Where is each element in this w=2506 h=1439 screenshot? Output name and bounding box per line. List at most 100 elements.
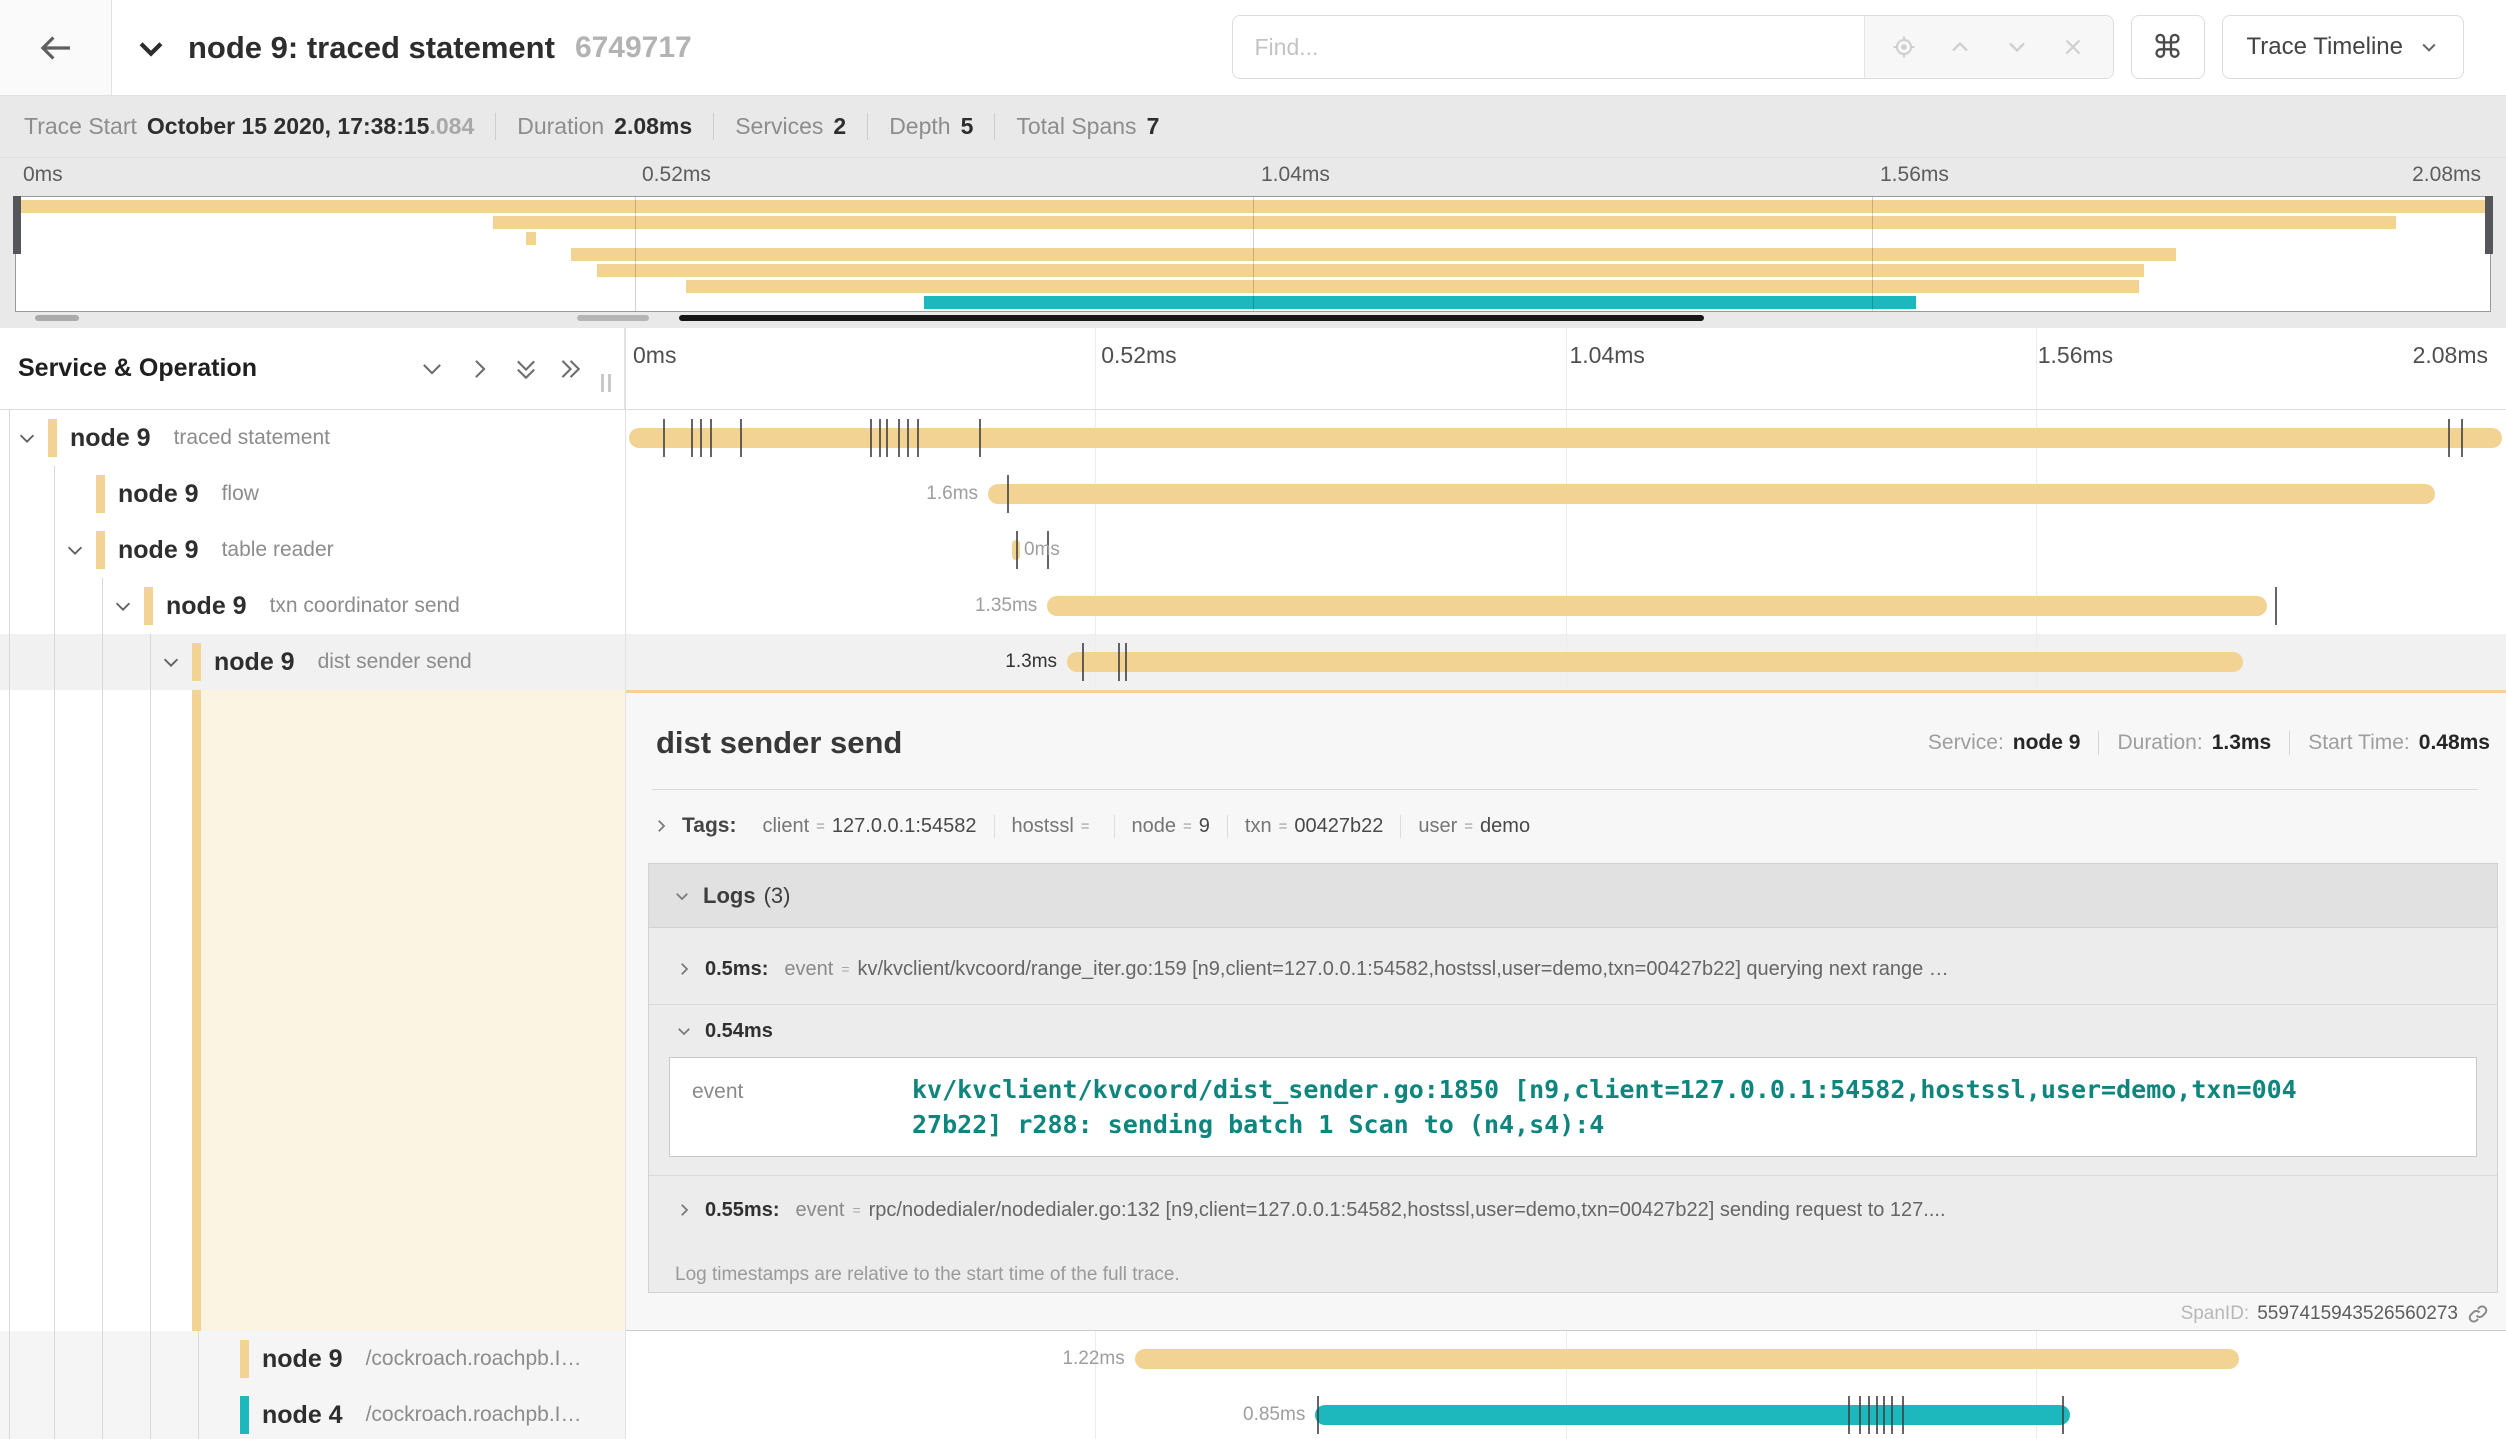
chevron-down-icon[interactable] bbox=[16, 427, 38, 449]
span-row-text: node 9txn coordinator send bbox=[166, 578, 460, 634]
span-tree-row[interactable]: node 9dist sender send bbox=[0, 634, 625, 690]
detail-meta-item: Start Time: 0.48ms bbox=[2289, 731, 2490, 755]
minimap-gridline bbox=[1253, 197, 1254, 311]
span-tree-row[interactable]: node 9table reader bbox=[0, 522, 625, 578]
span-duration-bar[interactable] bbox=[629, 428, 2502, 448]
collapse-all-icon[interactable] bbox=[512, 355, 540, 383]
tag-key: txn bbox=[1245, 815, 1272, 838]
summary-label: Depth bbox=[889, 113, 950, 140]
chevron-down-icon bbox=[673, 887, 691, 905]
chevron-right-icon bbox=[675, 960, 693, 978]
log-entry-header[interactable]: 0.54ms bbox=[649, 1005, 2497, 1057]
minimap-scroll-mark[interactable] bbox=[577, 315, 649, 321]
pane-divider[interactable] bbox=[625, 328, 626, 1439]
log-marker-tick bbox=[1891, 1396, 1893, 1434]
toolbar: ⌘ Trace Timeline bbox=[1232, 15, 2465, 79]
minimap-right-scrubber[interactable] bbox=[2485, 196, 2493, 254]
span-row-text: node 9dist sender send bbox=[214, 634, 472, 690]
chevron-down-icon[interactable] bbox=[160, 651, 182, 673]
logs-header[interactable]: Logs (3) bbox=[649, 864, 2497, 928]
ruler-tick-label: 2.08ms bbox=[2413, 342, 2488, 369]
tags-row[interactable]: Tags: client=127.0.0.1:54582hostssl=node… bbox=[652, 801, 2478, 851]
span-duration-bar[interactable] bbox=[988, 484, 2434, 504]
log-marker-tick bbox=[1883, 1396, 1885, 1434]
span-row-text: node 4/cockroach.roachpb.I… bbox=[262, 1387, 582, 1439]
log-entry-row[interactable]: 0.5ms:event=kv/kvclient/kvcoord/range_it… bbox=[649, 934, 2497, 1005]
keyboard-shortcuts-button[interactable]: ⌘ bbox=[2131, 15, 2205, 79]
span-tree-row[interactable]: node 9txn coordinator send bbox=[0, 578, 625, 634]
column-resizer-grip[interactable] bbox=[601, 374, 611, 392]
span-timeline-row[interactable]: 1.22ms bbox=[625, 1331, 2506, 1387]
detail-divider bbox=[652, 789, 2478, 790]
tag-item: txn=00427b22 bbox=[1227, 815, 1383, 838]
meta-value: 0.48ms bbox=[2419, 731, 2490, 755]
summary-item: Services2 bbox=[713, 113, 846, 140]
span-timeline-row[interactable]: 1.3ms bbox=[625, 634, 2506, 690]
span-timeline-row[interactable]: 1.35ms bbox=[625, 578, 2506, 634]
chevron-down-icon bbox=[675, 1022, 693, 1040]
span-operation: /cockroach.roachpb.I… bbox=[366, 1403, 582, 1427]
collapse-trace-chevron-icon[interactable] bbox=[134, 31, 168, 65]
minimap-scroll-mark[interactable] bbox=[35, 315, 80, 321]
log-marker-tick bbox=[917, 419, 919, 457]
log-marker-tick bbox=[1859, 1396, 1861, 1434]
chevron-down-icon[interactable] bbox=[64, 539, 86, 561]
summary-item: Depth5 bbox=[867, 113, 973, 140]
locate-icon[interactable] bbox=[1887, 30, 1921, 64]
detail-meta-item: Service:node 9 bbox=[1928, 731, 2081, 755]
span-timeline-row[interactable] bbox=[625, 410, 2506, 466]
span-duration-bar[interactable] bbox=[1047, 596, 2267, 616]
log-marker-tick bbox=[2448, 419, 2450, 457]
span-timeline-row[interactable]: 0.85ms bbox=[625, 1387, 2506, 1439]
back-button[interactable] bbox=[0, 0, 112, 95]
minimap-canvas[interactable] bbox=[15, 196, 2491, 312]
span-tree-row[interactable]: node 9/cockroach.roachpb.I… bbox=[0, 1331, 625, 1387]
tag-key: hostssl bbox=[1012, 815, 1074, 838]
chevron-down-icon[interactable] bbox=[112, 595, 134, 617]
span-duration-bar[interactable] bbox=[1315, 1405, 2069, 1425]
span-timeline-row[interactable]: 1.6ms bbox=[625, 466, 2506, 522]
find-input[interactable] bbox=[1233, 16, 1864, 78]
log-marker-tick bbox=[1876, 1396, 1878, 1434]
minimap-span-bar bbox=[526, 232, 536, 245]
meta-label: Start Time: bbox=[2308, 731, 2410, 755]
log-entry-row[interactable]: 0.55ms:event=rpc/nodedialer/nodedialer.g… bbox=[649, 1176, 2497, 1244]
tag-key: client bbox=[762, 815, 809, 838]
minimap-left-scrubber[interactable] bbox=[13, 196, 21, 254]
logs-accordion: Logs (3) 0.5ms:event=kv/kvclient/kvcoord… bbox=[648, 863, 2498, 1293]
log-marker-tick bbox=[1082, 643, 1084, 681]
minimap-scroll-mark[interactable] bbox=[679, 315, 1704, 321]
span-timeline-row[interactable]: 0ms bbox=[625, 522, 2506, 578]
link-icon[interactable] bbox=[2466, 1302, 2490, 1326]
minimap-span-bar bbox=[686, 280, 2138, 293]
span-duration-label: 1.6ms bbox=[926, 466, 978, 522]
tag-equals: = bbox=[1183, 818, 1192, 835]
span-row-text: node 9table reader bbox=[118, 522, 334, 578]
log-marker-tick bbox=[691, 419, 693, 457]
span-service: node 9 bbox=[262, 1345, 343, 1374]
view-selector-button[interactable]: Trace Timeline bbox=[2222, 15, 2465, 79]
span-service: node 9 bbox=[118, 536, 199, 565]
span-color-bar bbox=[96, 475, 105, 513]
span-service: node 9 bbox=[214, 648, 295, 677]
span-tree-row[interactable]: node 9traced statement bbox=[0, 410, 625, 466]
detail-span-color-stripe bbox=[192, 690, 201, 1331]
expand-all-icon[interactable] bbox=[556, 355, 584, 383]
span-duration-bar[interactable] bbox=[1135, 1349, 2239, 1369]
log-marker-tick bbox=[898, 419, 900, 457]
log-field-key: event bbox=[670, 1070, 912, 1142]
span-tree-row[interactable]: node 9flow bbox=[0, 466, 625, 522]
span-duration-bar[interactable] bbox=[1067, 652, 2243, 672]
ruler-tick-label: 0ms bbox=[23, 163, 63, 187]
find-prev-icon[interactable] bbox=[1943, 30, 1977, 64]
span-row-text: node 9/cockroach.roachpb.I… bbox=[262, 1331, 582, 1387]
find-next-icon[interactable] bbox=[2000, 30, 2034, 64]
log-marker-tick bbox=[1016, 531, 1018, 569]
span-color-bar bbox=[48, 419, 57, 457]
span-tree-row[interactable]: node 4/cockroach.roachpb.I… bbox=[0, 1387, 625, 1439]
collapse-one-icon[interactable] bbox=[418, 355, 446, 383]
span-service: node 9 bbox=[118, 480, 199, 509]
expand-one-icon[interactable] bbox=[466, 355, 494, 383]
span-service: node 9 bbox=[166, 592, 247, 621]
find-clear-icon[interactable] bbox=[2056, 30, 2090, 64]
